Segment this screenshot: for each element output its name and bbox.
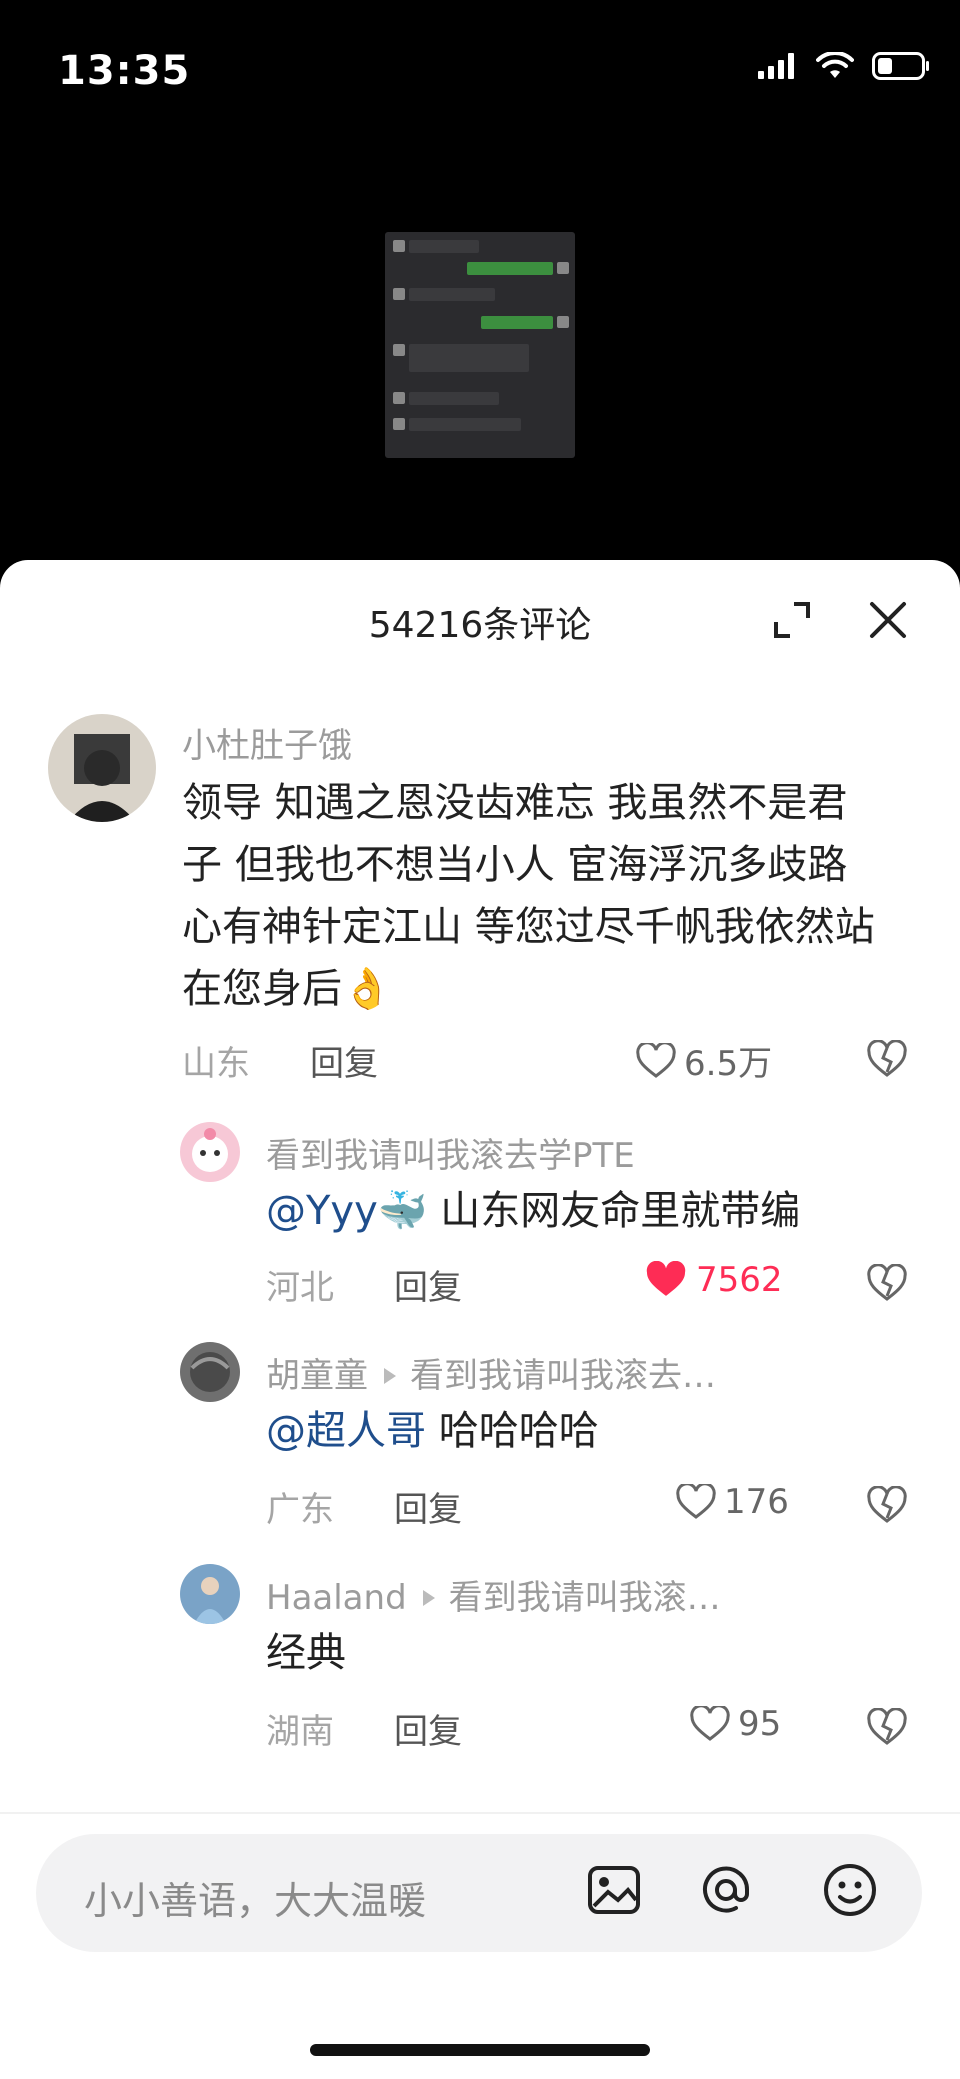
whale-emoji: 🐳 [377, 1188, 428, 1234]
wifi-icon [816, 52, 854, 78]
reply-to-name: 看到我请叫我滚去… [410, 1356, 716, 1396]
battery-icon [872, 52, 929, 80]
like-button[interactable]: 95 [690, 1704, 781, 1744]
like-button[interactable]: 7562 [644, 1260, 783, 1300]
mention-link[interactable]: @Yyy [266, 1188, 378, 1234]
like-count: 95 [738, 1704, 782, 1744]
heart-icon [636, 1042, 676, 1078]
like-button[interactable]: 6.5万 [636, 1036, 772, 1085]
expand-icon[interactable] [772, 600, 812, 640]
reply-button[interactable]: 回复 [394, 1704, 462, 1753]
heart-icon [676, 1484, 716, 1519]
home-indicator[interactable] [310, 2044, 650, 2056]
status-icons [758, 52, 930, 80]
reply-to-name: 看到我请叫我滚… [448, 1578, 721, 1618]
reply-location: 湖南 [266, 1712, 334, 1752]
close-icon[interactable] [866, 598, 910, 642]
like-count: 176 [724, 1482, 789, 1522]
reply-location: 河北 [266, 1268, 334, 1308]
reply-text: 经典 [266, 1630, 346, 1676]
divider [0, 1812, 960, 1814]
reply-username[interactable]: 看到我请叫我滚去学PTE [266, 1128, 635, 1177]
dislike-icon[interactable] [866, 1486, 908, 1524]
comment-location: 山东 [182, 1044, 250, 1084]
comment-text: 领导 知遇之恩没齿难忘 我虽然不是君子 但我也不想当小人 宦海浮沉多歧路 心有神… [182, 780, 875, 1012]
avatar[interactable] [180, 1342, 240, 1402]
status-bar: 13:35 [0, 0, 960, 140]
reply-button[interactable]: 回复 [394, 1482, 462, 1531]
emoji-icon[interactable] [820, 1860, 880, 1920]
reply-button[interactable]: 回复 [394, 1260, 462, 1309]
status-time: 13:35 [58, 48, 191, 94]
video-area[interactable] [0, 140, 960, 560]
comment-username[interactable]: 小杜肚子饿 [182, 718, 352, 767]
image-icon[interactable] [584, 1860, 644, 1920]
like-count: 6.5万 [684, 1044, 773, 1084]
dislike-icon[interactable] [866, 1040, 908, 1078]
avatar[interactable] [180, 1564, 240, 1624]
dislike-icon[interactable] [866, 1708, 908, 1746]
like-button[interactable]: 176 [676, 1482, 789, 1522]
like-count: 7562 [696, 1260, 783, 1300]
ok-emoji: 👌 [342, 966, 392, 1012]
signal-icon [758, 53, 794, 79]
heart-icon [690, 1706, 730, 1741]
dislike-icon[interactable] [866, 1264, 908, 1302]
reply-text: @超人哥 哈哈哈哈 [266, 1408, 599, 1454]
avatar[interactable] [48, 714, 156, 822]
avatar[interactable] [180, 1122, 240, 1182]
reply-arrow-icon [422, 1589, 435, 1606]
reply-username[interactable]: 胡童童 看到我请叫我滚去… [266, 1348, 716, 1397]
comment-input-bar[interactable]: 小小善语，大大温暖 [36, 1834, 922, 1952]
comment-input[interactable]: 小小善语，大大温暖 [84, 1870, 426, 1925]
reply-location: 广东 [266, 1490, 334, 1530]
comments-count-title: 54216条评论 [368, 605, 592, 646]
at-icon[interactable] [696, 1860, 756, 1920]
heart-icon [646, 1261, 686, 1296]
chat-screenshot-thumbnail [385, 232, 575, 458]
reply-button[interactable]: 回复 [310, 1036, 378, 1085]
mention-link[interactable]: @超人哥 [266, 1408, 426, 1454]
reply-text: @Yyy🐳 山东网友命里就带编 [266, 1188, 801, 1234]
reply-arrow-icon [384, 1367, 396, 1384]
comments-sheet: 54216条评论 小杜肚子饿 领导 知遇之恩没齿难忘 我虽然不是君子 但我也不想… [0, 560, 960, 2079]
reply-username[interactable]: Haaland 看到我请叫我滚… [266, 1570, 721, 1619]
